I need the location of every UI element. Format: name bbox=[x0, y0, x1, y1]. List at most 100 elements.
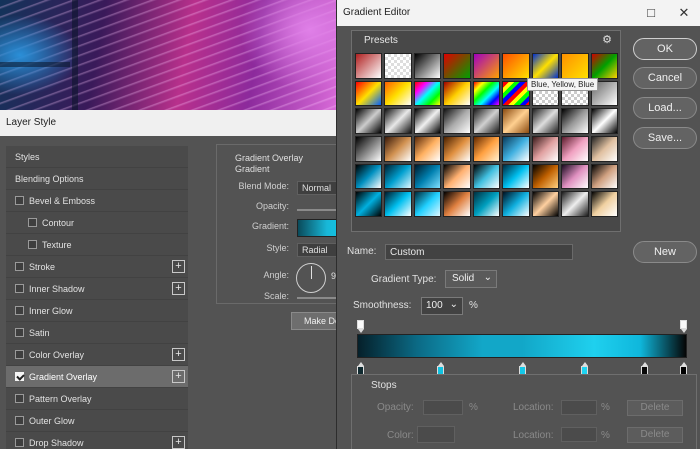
style-item[interactable]: Bevel & Emboss bbox=[6, 190, 188, 212]
preset-swatch[interactable] bbox=[384, 191, 412, 217]
style-checkbox[interactable] bbox=[15, 372, 24, 381]
load-button[interactable]: Load... bbox=[633, 97, 697, 119]
preset-swatch[interactable] bbox=[413, 163, 442, 190]
style-checkbox[interactable] bbox=[15, 262, 24, 271]
preset-swatch[interactable] bbox=[531, 163, 560, 190]
gradient-type-select[interactable]: Solid ⌄ bbox=[445, 270, 497, 288]
style-item[interactable]: Color Overlay + bbox=[6, 344, 188, 366]
preset-swatch[interactable] bbox=[355, 191, 383, 217]
preset-swatch[interactable] bbox=[413, 108, 442, 134]
style-checkbox[interactable] bbox=[28, 218, 37, 227]
delete-opacity-stop-button[interactable]: Delete bbox=[627, 400, 683, 416]
preset-swatch[interactable] bbox=[472, 108, 501, 134]
style-checkbox[interactable] bbox=[15, 438, 24, 447]
maximize-icon[interactable]: □ bbox=[642, 4, 660, 22]
preset-swatch[interactable] bbox=[531, 135, 560, 162]
preset-swatch[interactable] bbox=[502, 108, 530, 134]
preset-swatch[interactable] bbox=[561, 53, 589, 79]
style-checkbox[interactable] bbox=[15, 416, 24, 425]
style-item[interactable]: Outer Glow bbox=[6, 410, 188, 432]
preset-swatch[interactable] bbox=[561, 135, 589, 162]
preset-swatch[interactable] bbox=[443, 53, 471, 79]
preset-swatch[interactable] bbox=[384, 163, 412, 190]
style-item[interactable]: Satin bbox=[6, 322, 188, 344]
add-style-icon[interactable]: + bbox=[172, 370, 185, 383]
style-checkbox[interactable] bbox=[15, 306, 24, 315]
new-button[interactable]: New bbox=[633, 241, 697, 263]
style-item[interactable]: Contour bbox=[6, 212, 188, 234]
stop-location-input[interactable] bbox=[561, 400, 597, 415]
stop-opacity-input[interactable] bbox=[423, 400, 463, 415]
preset-swatch[interactable] bbox=[590, 53, 618, 79]
preset-swatch[interactable] bbox=[384, 80, 412, 107]
style-item[interactable]: Gradient Overlay + bbox=[6, 366, 188, 388]
preset-swatch[interactable] bbox=[413, 80, 442, 107]
preset-swatch[interactable] bbox=[561, 163, 589, 190]
style-checkbox[interactable] bbox=[15, 284, 24, 293]
style-item[interactable]: Styles bbox=[6, 146, 188, 168]
preset-swatch[interactable] bbox=[355, 135, 383, 162]
preset-swatch[interactable] bbox=[355, 80, 383, 107]
preset-swatch[interactable] bbox=[413, 135, 442, 162]
add-style-icon[interactable]: + bbox=[172, 282, 185, 295]
close-icon[interactable]: ✕ bbox=[675, 4, 693, 22]
preset-swatch[interactable] bbox=[443, 163, 471, 190]
preset-swatch[interactable] bbox=[355, 163, 383, 190]
style-item[interactable]: Drop Shadow + bbox=[6, 432, 188, 449]
preset-swatch[interactable] bbox=[443, 80, 471, 107]
preset-swatch[interactable] bbox=[531, 108, 560, 134]
preset-swatch[interactable] bbox=[355, 108, 383, 134]
preset-swatch[interactable] bbox=[384, 53, 412, 79]
style-checkbox[interactable] bbox=[15, 196, 24, 205]
preset-swatch[interactable] bbox=[590, 108, 618, 134]
preset-swatch[interactable] bbox=[413, 191, 442, 217]
cancel-button[interactable]: Cancel bbox=[633, 67, 697, 89]
preset-swatch[interactable] bbox=[531, 53, 560, 79]
preset-swatch[interactable] bbox=[472, 53, 501, 79]
preset-swatch[interactable] bbox=[590, 135, 618, 162]
preset-swatch[interactable] bbox=[384, 135, 412, 162]
add-style-icon[interactable]: + bbox=[172, 260, 185, 273]
gear-icon[interactable]: ⚙ bbox=[602, 33, 612, 46]
stop-color-location-input[interactable] bbox=[561, 427, 597, 442]
preset-swatch[interactable] bbox=[413, 53, 442, 79]
opacity-stop-right[interactable] bbox=[680, 320, 687, 333]
style-checkbox[interactable] bbox=[28, 240, 37, 249]
preset-swatch[interactable] bbox=[472, 163, 501, 190]
preset-swatch[interactable] bbox=[561, 108, 589, 134]
style-item[interactable]: Blending Options bbox=[6, 168, 188, 190]
preset-swatch[interactable] bbox=[443, 108, 471, 134]
preset-swatch[interactable] bbox=[443, 135, 471, 162]
preset-swatch[interactable] bbox=[502, 80, 530, 107]
style-item[interactable]: Inner Glow bbox=[6, 300, 188, 322]
style-checkbox[interactable] bbox=[15, 328, 24, 337]
preset-swatch[interactable] bbox=[502, 53, 530, 79]
delete-color-stop-button[interactable]: Delete bbox=[627, 427, 683, 443]
preset-swatch[interactable] bbox=[355, 53, 383, 79]
preset-swatch[interactable] bbox=[561, 191, 589, 217]
opacity-stop-left[interactable] bbox=[357, 320, 364, 333]
ok-button[interactable]: OK bbox=[633, 38, 697, 60]
preset-swatch[interactable] bbox=[590, 191, 618, 217]
gradient-bar[interactable] bbox=[357, 334, 687, 358]
stop-color-swatch[interactable] bbox=[417, 426, 455, 443]
style-item[interactable]: Pattern Overlay bbox=[6, 388, 188, 410]
style-checkbox[interactable] bbox=[15, 394, 24, 403]
name-input[interactable]: Custom bbox=[385, 244, 573, 260]
preset-swatch[interactable] bbox=[502, 163, 530, 190]
style-checkbox[interactable] bbox=[15, 350, 24, 359]
preset-swatch[interactable] bbox=[472, 80, 501, 107]
preset-swatch[interactable] bbox=[502, 135, 530, 162]
preset-swatch[interactable] bbox=[590, 163, 618, 190]
preset-swatch[interactable] bbox=[384, 108, 412, 134]
add-style-icon[interactable]: + bbox=[172, 436, 185, 449]
save-button[interactable]: Save... bbox=[633, 127, 697, 149]
add-style-icon[interactable]: + bbox=[172, 348, 185, 361]
style-item[interactable]: Texture bbox=[6, 234, 188, 256]
preset-swatch[interactable] bbox=[502, 191, 530, 217]
preset-swatch[interactable] bbox=[531, 191, 560, 217]
angle-dial[interactable] bbox=[296, 263, 326, 293]
smoothness-input[interactable]: 100 ⌄ bbox=[421, 297, 463, 315]
preset-swatch[interactable] bbox=[472, 135, 501, 162]
style-item[interactable]: Stroke + bbox=[6, 256, 188, 278]
